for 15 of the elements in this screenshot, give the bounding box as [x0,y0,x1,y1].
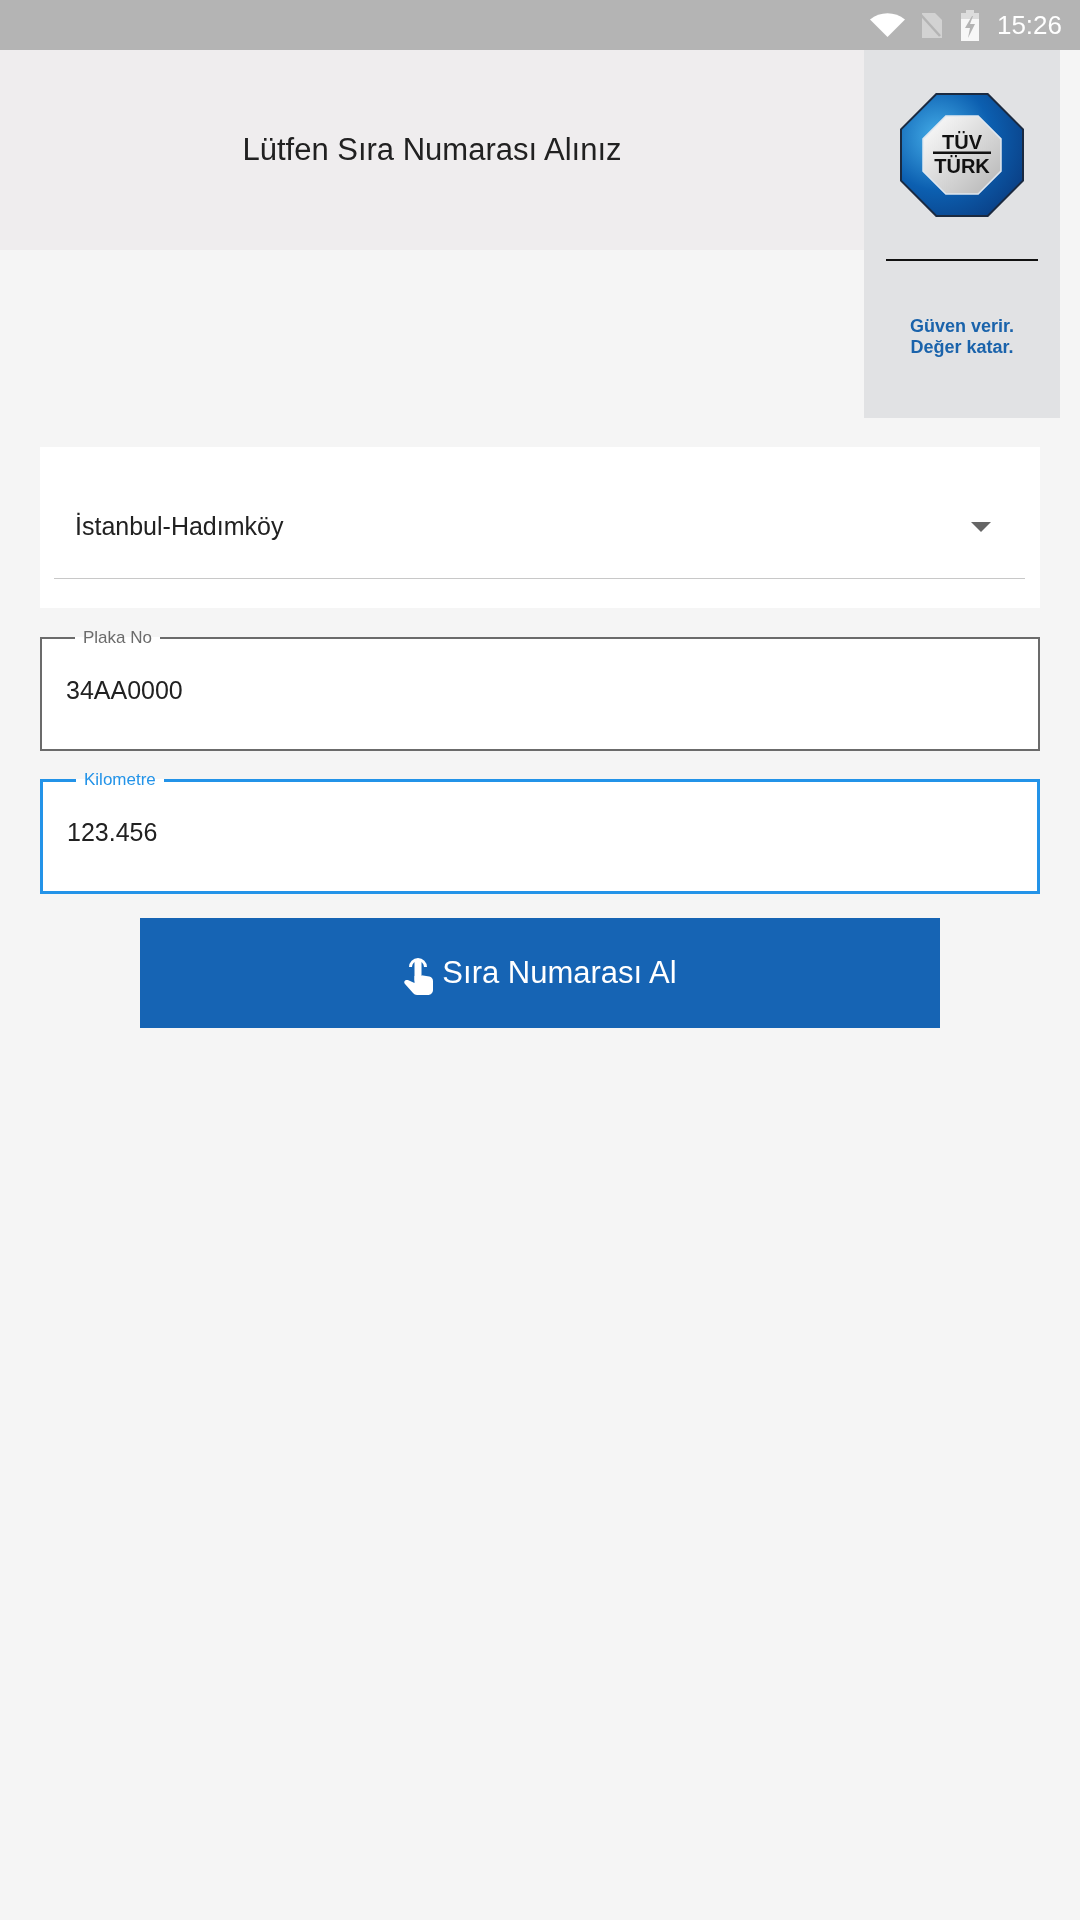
caret-icon [971,522,991,532]
text-field[interactable]: Kilometre 123.456 [40,770,1040,894]
wifi-icon [869,13,905,37]
field-label: Plaka No [82,628,153,648]
logo-wordmark: TÜV [942,131,982,153]
get-queue-number-button[interactable]: Sıra Numarası Al [140,918,940,1028]
station-dropdown[interactable]: İstanbul-Hadımköy [54,476,1025,579]
slogan-line: Güven verir. [909,316,1015,337]
page-title: Lütfen Sıra Numarası Alınız [242,132,622,168]
battery-charging-icon [960,9,979,41]
text-field[interactable]: Plaka No 34AA0000 [40,628,1040,751]
clock-time: 15:26 [996,10,1062,40]
slogan-line: Değer katar. [909,337,1015,358]
logo-wordmark: TÜRK [934,155,990,177]
field-label: Kilometre [83,770,157,790]
